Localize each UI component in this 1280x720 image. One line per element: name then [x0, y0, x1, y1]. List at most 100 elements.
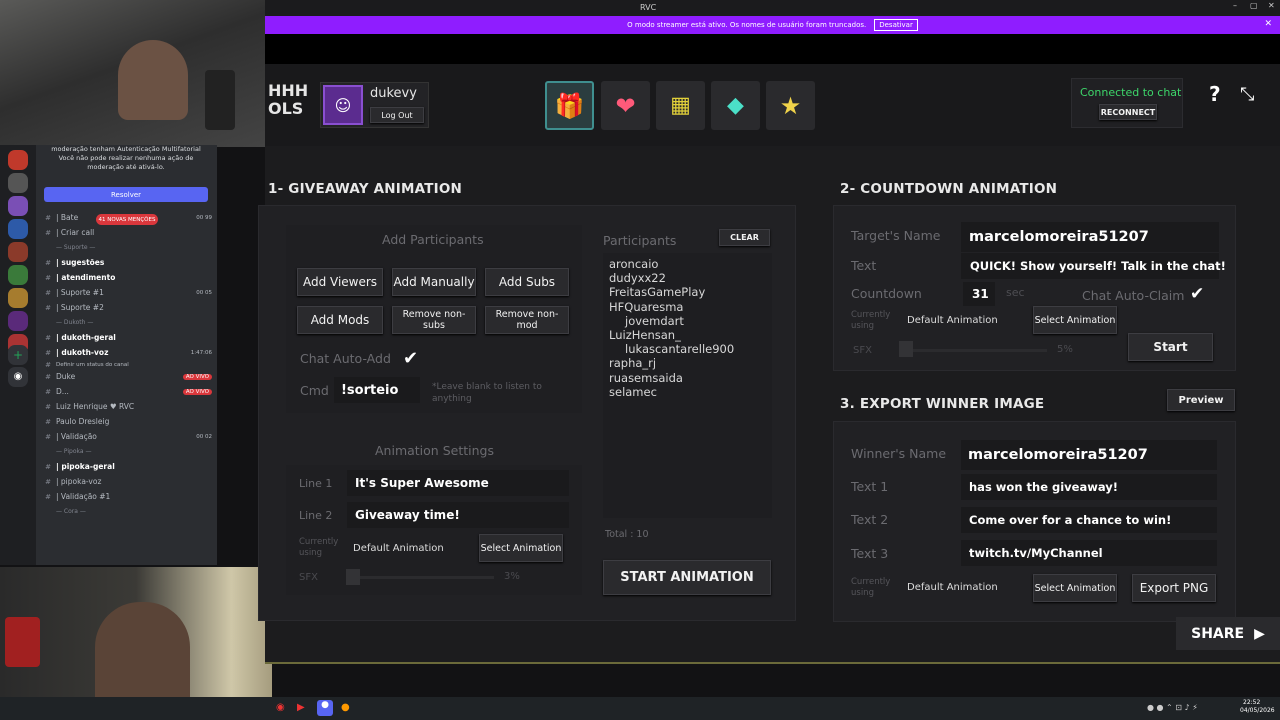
text2-input[interactable]: Come over for a chance to win! [969, 513, 1171, 527]
channel-item[interactable]: — Dukoth — [44, 315, 212, 330]
explore-icon[interactable]: ◉ [8, 367, 28, 387]
channel-item[interactable]: # | Suporte #2 [44, 300, 212, 315]
channel-item[interactable]: # | pipoka-voz [44, 474, 212, 489]
channel-item[interactable]: — Cora — [44, 504, 212, 519]
channel-item[interactable]: # | dukoth-geral [44, 330, 212, 345]
server-icon[interactable] [8, 173, 28, 193]
server-icon[interactable] [8, 196, 28, 216]
cmd-input[interactable]: !sorteio [341, 383, 398, 398]
countdown-start-button[interactable]: Start [1128, 333, 1213, 361]
preview-button[interactable]: Preview [1167, 389, 1235, 411]
remove-nonmod-button[interactable]: Remove non-mod [485, 306, 569, 334]
channel-item[interactable]: # | atendimento [44, 270, 212, 285]
close-banner-icon[interactable]: ✕ [1264, 19, 1272, 29]
channel-item[interactable]: # | dukoth-voz 1:47:06 [44, 345, 212, 360]
deactivate-button[interactable]: Desativar [874, 19, 918, 31]
countdown-value[interactable]: 31 [972, 287, 989, 301]
maximize-icon[interactable]: ▢ [1250, 1, 1258, 10]
line1-input[interactable]: It's Super Awesome [355, 476, 489, 490]
export-png-button[interactable]: Export PNG [1132, 574, 1216, 602]
channel-name: — Suporte — [56, 244, 96, 251]
collapse-icon[interactable]: ⤡ [1240, 84, 1254, 105]
channel-item[interactable]: # | Criar call [44, 225, 212, 240]
clear-button[interactable]: CLEAR [719, 229, 770, 246]
text3-input[interactable]: twitch.tv/MyChannel [969, 546, 1103, 560]
heart-icon-button[interactable]: ❤ [601, 81, 650, 130]
coins-icon-button[interactable]: ▦ [656, 81, 705, 130]
sfx-slider-thumb[interactable] [346, 569, 360, 585]
reconnect-button[interactable]: RECONNECT [1099, 104, 1157, 120]
channel-name: — Cora — [56, 508, 86, 515]
discord-icon[interactable]: ● [317, 700, 333, 716]
start-animation-button[interactable]: START ANIMATION [603, 560, 771, 595]
mentions-badge[interactable]: 41 NOVAS MENÇÕES [96, 214, 158, 225]
sfx-slider-track[interactable] [350, 576, 494, 579]
server-icon[interactable] [8, 265, 28, 285]
chat-auto-claim-label: Chat Auto-Claim [1082, 288, 1185, 303]
chat-auto-claim-checkbox[interactable]: ✔ [1190, 284, 1204, 304]
channel-item[interactable]: # Definir um status do canal [44, 360, 212, 369]
line2-input[interactable]: Giveaway time! [355, 508, 460, 522]
youtube-icon[interactable]: ▶ [297, 702, 305, 713]
countdown-text-input[interactable]: QUICK! Show yourself! Talk in the chat! [970, 259, 1226, 273]
add-subs-button[interactable]: Add Subs [485, 268, 569, 296]
channel-hash-icon: # [45, 213, 51, 222]
chat-auto-add-checkbox[interactable]: ✔ [403, 348, 423, 369]
share-button[interactable]: SHARE ▶ [1176, 617, 1280, 650]
channel-item[interactable]: # | Suporte #1 00 05 [44, 285, 212, 300]
text3-label: Text 3 [851, 546, 889, 561]
black-bar [265, 34, 1280, 64]
cmd-hint: *Leave blank to listen to anything [432, 382, 542, 404]
sfx-slider-thumb-2[interactable] [899, 341, 913, 357]
winner-name-input[interactable]: marcelomoreira51207 [968, 447, 1148, 463]
channel-item[interactable]: — Pipoka — [44, 444, 212, 459]
channel-meta: 00 99 [196, 214, 212, 221]
server-icon[interactable] [8, 288, 28, 308]
server-icon[interactable] [8, 150, 28, 170]
text1-input[interactable]: has won the giveaway! [969, 480, 1118, 494]
add-server-icon[interactable]: + [8, 345, 28, 365]
help-button[interactable]: ? [1209, 82, 1227, 106]
channel-item[interactable]: # | pipoka-geral [44, 459, 212, 474]
server-icon[interactable] [8, 219, 28, 239]
clock-date: 04/05/2026 [1240, 707, 1275, 714]
default-animation-value-2: Default Animation [907, 315, 998, 326]
gem-icon-button[interactable]: ◆ [711, 81, 760, 130]
close-icon[interactable]: ✕ [1268, 1, 1275, 10]
add-mods-button[interactable]: Add Mods [297, 306, 383, 334]
channel-hash-icon: # [45, 333, 51, 342]
app-icon[interactable]: ● [341, 702, 350, 713]
select-animation-button-2[interactable]: Select Animation [1033, 306, 1117, 334]
channel-item[interactable]: # D... AO VIVO [44, 384, 212, 399]
channel-item[interactable]: # | Validação #1 [44, 489, 212, 504]
select-animation-button-3[interactable]: Select Animation [1033, 574, 1117, 602]
sfx-slider-track-2[interactable] [903, 349, 1047, 352]
channel-item[interactable]: # Luiz Henrique ♥ RVC [44, 399, 212, 414]
logout-button[interactable]: Log Out [370, 107, 424, 123]
streamer-mode-banner: O modo streamer está ativo. Os nomes de … [265, 16, 1280, 34]
resolve-button[interactable]: Resolver [44, 187, 208, 202]
minimize-icon[interactable]: – [1233, 1, 1237, 10]
add-viewers-button[interactable]: Add Viewers [297, 268, 383, 296]
channel-item[interactable]: — Suporte — [44, 240, 212, 255]
channel-item[interactable]: # | Validação 00 02 [44, 429, 212, 444]
channel-hash-icon: # [45, 417, 51, 426]
star-icon-button[interactable]: ★ [766, 81, 815, 130]
server-icon[interactable] [8, 242, 28, 262]
remove-nonsubs-button[interactable]: Remove non-subs [392, 306, 476, 334]
gift-icon-button[interactable]: 🎁 [545, 81, 594, 130]
add-manually-button[interactable]: Add Manually [392, 268, 476, 296]
channel-meta: 1:47:06 [190, 349, 212, 356]
channel-name: Definir um status do canal [56, 361, 129, 368]
select-animation-button[interactable]: Select Animation [479, 534, 563, 562]
taskbar-app-icon[interactable]: ◉ [276, 702, 285, 713]
channel-hash-icon: # [45, 492, 51, 501]
channel-item[interactable]: # Paulo Dresleig [44, 414, 212, 429]
target-name-input[interactable]: marcelomoreira51207 [969, 229, 1149, 245]
channel-item[interactable]: # Duke AO VIVO [44, 369, 212, 384]
participants-total: Total : 10 [605, 529, 649, 540]
webcam-top [0, 0, 265, 147]
server-icon[interactable] [8, 311, 28, 331]
mfa-notice: moderação tenham Autenticação Multifator… [40, 145, 212, 172]
channel-item[interactable]: # | sugestões [44, 255, 212, 270]
